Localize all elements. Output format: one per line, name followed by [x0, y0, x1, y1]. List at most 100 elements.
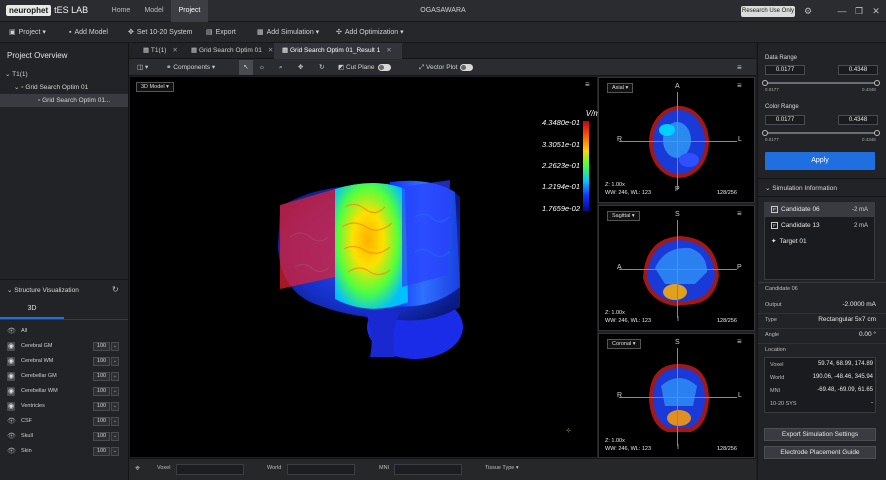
voxel-input[interactable] — [176, 464, 244, 475]
tab-t1[interactable]: ▦ T1(1) ✕ — [135, 43, 181, 59]
vector-plot-toggle[interactable] — [460, 63, 474, 71]
close-window-icon[interactable]: ✕ — [870, 5, 882, 17]
opacity-input[interactable]: 100 — [93, 387, 110, 396]
close-tab-icon[interactable]: ✕ — [172, 47, 177, 54]
apply-button[interactable]: Apply — [765, 152, 875, 170]
export-button[interactable]: ▤ Export — [206, 22, 236, 43]
tree-item-t1[interactable]: ⌄ T1(1) — [0, 68, 128, 81]
opacity-input[interactable]: 100 — [93, 447, 110, 456]
opacity-stepper[interactable]: ⌄ — [111, 342, 119, 351]
data-range-max-input[interactable]: 0.4348 — [838, 65, 878, 75]
color-range-min-input[interactable]: 0.0177 — [765, 115, 805, 125]
crosshair-tool-icon[interactable]: ⌖ — [135, 463, 140, 474]
world-input[interactable] — [287, 464, 355, 475]
export-simulation-settings-button[interactable]: Export Simulation Settings — [764, 428, 876, 441]
eye-icon[interactable]: ◉ — [7, 402, 15, 411]
tree-expand-icon[interactable]: ⌄ — [5, 71, 10, 78]
ww-wl-readout: WW: 246, WL: 123 — [605, 318, 652, 324]
nav-tab-home[interactable]: Home — [104, 0, 138, 22]
opacity-stepper[interactable]: ⌄ — [111, 447, 119, 456]
tab-grid-search-result[interactable]: ▦ Grid Search Optim 01_Result 1 ✕ — [274, 43, 402, 59]
electrode-item-target-01[interactable]: ✦ Target 01 — [765, 235, 874, 249]
slice-menu-icon[interactable]: ≡ — [737, 209, 742, 218]
collapse-icon[interactable]: ⌄ — [7, 287, 12, 294]
project-overview-title: Project Overview — [7, 51, 68, 60]
opacity-input[interactable]: 100 — [93, 432, 110, 441]
layout-menu-button[interactable]: ◫ ▾ — [137, 59, 148, 76]
select-pointer-icon[interactable]: ↖ — [239, 60, 253, 75]
close-tab-icon[interactable]: ✕ — [268, 47, 273, 54]
nav-tab-model[interactable]: Model — [138, 0, 170, 22]
eye-icon[interactable]: ◉ — [7, 357, 15, 366]
tab-grid-search-optim[interactable]: ▦ Grid Search Optim 01 ✕ — [183, 43, 273, 59]
eye-icon[interactable]: 👁 — [7, 324, 16, 339]
eye-icon[interactable]: 👁 — [7, 444, 16, 459]
add-simulation-button[interactable]: ▦ Add Simulation ▾ — [257, 22, 322, 43]
color-range-max-input[interactable]: 0.4348 — [838, 115, 878, 125]
eye-icon[interactable]: 👁 — [7, 429, 16, 444]
close-tab-icon[interactable]: ✕ — [386, 47, 391, 54]
tree-expand-icon[interactable]: ⌄ — [14, 84, 19, 91]
electrode-item-candidate-13[interactable]: F Candidate 13 2 mA — [765, 219, 874, 233]
eye-icon[interactable]: ◉ — [7, 342, 15, 351]
tab-3d[interactable]: 3D — [0, 305, 64, 312]
opacity-stepper[interactable]: ⌄ — [111, 402, 119, 411]
project-menu-button[interactable]: ▣ Project ▾ — [9, 22, 49, 43]
electrode-placement-guide-button[interactable]: Electrode Placement Guide — [764, 446, 876, 459]
color-range-min-handle[interactable] — [762, 130, 768, 136]
axial-view[interactable]: Axial ▾ ≡ A P R L Z: 1.00x WW: 246, WL: … — [598, 77, 755, 203]
reset-view-icon[interactable]: ↻ — [319, 59, 324, 76]
opacity-stepper[interactable]: ⌄ — [111, 357, 119, 366]
components-dropdown[interactable]: ⚭ Components ▾ — [166, 59, 215, 76]
data-range-slider[interactable] — [765, 82, 878, 84]
data-range-max-handle[interactable] — [874, 80, 880, 86]
mni-input[interactable] — [394, 464, 462, 475]
data-range-min-input[interactable]: 0.0177 — [765, 65, 805, 75]
brightness-icon[interactable]: ☼ — [259, 59, 265, 76]
opacity-input[interactable]: 100 — [93, 342, 110, 351]
opacity-stepper[interactable]: ⌄ — [111, 417, 119, 426]
opacity-stepper[interactable]: ⌄ — [111, 372, 119, 381]
slice-menu-icon[interactable]: ≡ — [737, 81, 742, 90]
cut-plane-icon: ◩ — [338, 64, 345, 71]
collapse-icon[interactable]: ⌄ — [765, 185, 770, 192]
coronal-dropdown[interactable]: Coronal ▾ — [607, 339, 641, 349]
view-menu-icon[interactable]: ≡ — [737, 59, 742, 76]
refresh-icon[interactable]: ↻ — [112, 285, 119, 294]
data-range-min-handle[interactable] — [762, 80, 768, 86]
maximize-icon[interactable]: ❐ — [853, 5, 865, 17]
color-range-slider[interactable] — [765, 132, 878, 134]
cut-plane-toggle[interactable] — [377, 63, 391, 71]
sagittal-dropdown[interactable]: Sagittal ▾ — [607, 211, 640, 221]
opacity-input[interactable]: 100 — [93, 372, 110, 381]
eye-icon[interactable]: ◉ — [7, 387, 15, 396]
tree-item-grid-search-result[interactable]: ▫ Grid Search Optim 01... — [0, 94, 128, 107]
eye-icon[interactable]: 👁 — [7, 414, 16, 429]
axial-dropdown[interactable]: Axial ▾ — [607, 83, 634, 93]
nav-tab-project[interactable]: Project — [171, 0, 208, 22]
settings-gear-icon[interactable]: ⚙ — [802, 5, 814, 17]
color-range-max-handle[interactable] — [874, 130, 880, 136]
coronal-view[interactable]: Coronal ▾ ≡ S I R L Z: 1.00x WW: 246, WL… — [598, 333, 755, 458]
add-model-button[interactable]: ▪ Add Model — [69, 22, 108, 43]
structure-row-skull: 👁 Skull 100 ⌄ — [0, 429, 128, 444]
zoom-icon[interactable]: ⌕ — [279, 59, 283, 76]
minimize-icon[interactable]: — — [836, 5, 848, 17]
opacity-input[interactable]: 100 — [93, 357, 110, 366]
axial-slice-image — [649, 106, 709, 178]
add-optimization-button[interactable]: ✣ Add Optimization ▾ — [336, 22, 407, 43]
set-10-20-system-button[interactable]: ✥ Set 10-20 System — [128, 22, 193, 43]
tree-item-grid-search-optim[interactable]: ⌄ ▫ Grid Search Optim 01 — [0, 81, 128, 94]
pan-icon[interactable]: ✥ — [298, 59, 303, 76]
electrode-item-candidate-06[interactable]: F Candidate 06 -2 mA — [765, 203, 874, 217]
tissue-type-dropdown[interactable]: Tissue Type ▾ — [485, 465, 519, 471]
opacity-input[interactable]: 100 — [93, 417, 110, 426]
3d-viewport[interactable]: 3D Model ▾ ≡ V/m 4.3480e-01 3.3051e-01 2… — [130, 77, 600, 457]
colorbar-tick-3: 1.2194e-01 — [542, 182, 580, 191]
opacity-stepper[interactable]: ⌄ — [111, 387, 119, 396]
slice-menu-icon[interactable]: ≡ — [737, 337, 742, 346]
opacity-input[interactable]: 100 — [93, 402, 110, 411]
opacity-stepper[interactable]: ⌄ — [111, 432, 119, 441]
sagittal-view[interactable]: Sagittal ▾ ≡ S I A P Z: 1.00x WW: 246, W… — [598, 205, 755, 331]
eye-icon[interactable]: ◉ — [7, 372, 15, 381]
